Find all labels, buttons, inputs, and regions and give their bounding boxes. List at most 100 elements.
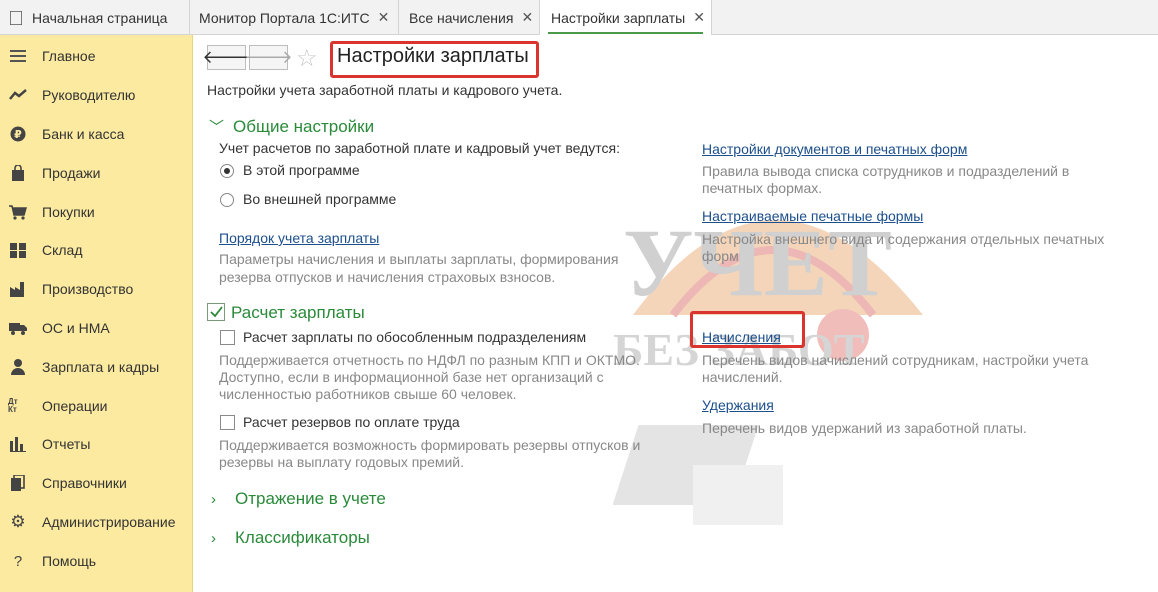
link-deductions[interactable]: Удержания [702,397,774,413]
question-icon: ? [13,552,23,570]
tab-bar: Начальная страница Монитор Портала 1С:ИТ… [0,0,1158,35]
close-icon[interactable]: ✕ [378,9,390,26]
section-title: Расчет зарплаты [231,303,365,322]
watermark-title: УЧЕТ [623,209,892,316]
checkbox-labor-reserves[interactable] [220,415,235,430]
sidebar-item-label: Главное [42,48,96,64]
section-title: Отражение в учете [235,489,386,508]
sidebar-item-label: Склад [42,242,83,258]
checkbox-labor-reserves-label[interactable]: Расчет резервов по оплате труда [243,414,460,430]
section-payroll[interactable]: Расчет зарплаты [231,303,365,323]
page-description: Настройки учета заработной платы и кадро… [207,82,563,98]
home-icon [10,10,22,25]
sidebar-item-fixed-assets[interactable]: ОС и НМА [0,313,192,343]
warehouse-icon [8,242,28,258]
link-docs-print-settings[interactable]: Настройки документов и печатных форм [702,141,967,157]
sidebar-item-label: Отчеты [42,436,91,452]
checkbox-separate-divisions-label[interactable]: Расчет зарплаты по обособленным подразде… [243,329,586,345]
checkbox-separate-divisions[interactable] [220,330,235,345]
print-desc-1: Настройка внешнего вида и содержания отд… [702,231,1105,247]
sidebar-item-label: Зарплата и кадры [42,359,160,375]
accruals-highlight [690,311,805,348]
tab-salary-settings[interactable]: Настройки зарплаты ✕ [540,0,712,35]
sidebar-item-main[interactable]: Главное [0,41,192,71]
sidebar-item-label: Помощь [42,553,97,569]
sidebar-item-label: Производство [42,281,134,297]
sidebar-item-label: Операции [42,398,108,414]
tab-home[interactable]: Начальная страница [0,0,190,35]
sidebar-item-warehouse[interactable]: Склад [0,235,192,265]
sidebar-item-operations[interactable]: Дт Кт Операции [0,391,192,421]
salary-order-desc-1: Параметры начисления и выплаты зарплаты,… [219,251,619,267]
accruals-desc-1: Перечень видов начислений сотрудникам, н… [702,352,1089,368]
radio-external-program[interactable] [220,193,234,207]
tab-label: Все начисления [409,9,514,26]
books-icon [8,475,28,491]
close-icon[interactable]: ✕ [693,9,705,26]
chevron-right-icon: › [211,529,216,547]
sidebar-item-sales[interactable]: Продажи [0,158,192,188]
tab-label: Настройки зарплаты [551,9,686,26]
ruble-icon: ₽ [8,126,28,142]
salary-order-desc-2: резерва отпусков и начисления страховых … [219,269,556,285]
section-general[interactable]: ﹀ Общие настройки [209,116,374,137]
chevron-down-icon: ﹀ [209,119,225,136]
reserves-desc-2: резервы на выплату годовых премий. [219,454,465,470]
checkmark-icon [210,306,223,318]
radio-this-program-label[interactable]: В этой программе [243,162,360,178]
tab-label: Начальная страница [32,9,168,26]
cart-icon [8,204,28,220]
sidebar-item-manager[interactable]: Руководителю [0,80,192,110]
sidebar-item-label: Администрирование [42,514,176,530]
menu-icon [8,49,28,63]
sidebar-item-reports[interactable]: Отчеты [0,429,192,459]
link-salary-order[interactable]: Порядок учета зарплаты [219,230,379,246]
close-icon[interactable]: ✕ [521,9,533,26]
gear-icon: ⚙ [10,512,26,531]
docs-desc-2: печатных формах. [702,180,823,196]
forward-button[interactable]: 🡒 [244,45,293,70]
sidebar-item-references[interactable]: Справочники [0,468,192,498]
sidebar-item-help[interactable]: ? Помощь [0,546,192,576]
bar-chart-icon [8,436,28,452]
sidebar-item-label: Покупки [42,204,95,220]
sidebar-item-bank[interactable]: ₽ Банк и касса [0,119,192,149]
sidebar-item-production[interactable]: Производство [0,274,192,304]
sidebar-item-label: Продажи [42,165,101,181]
sidebar-item-label: Руководителю [42,87,136,103]
truck-icon [8,321,28,335]
print-desc-2: форм [702,248,739,264]
separate-desc-3: численностью работников свыше 60 человек… [219,386,517,402]
sidebar-item-salary-hr[interactable]: Зарплата и кадры [0,352,192,382]
link-custom-print-forms[interactable]: Настраиваемые печатные формы [702,208,923,224]
bag-icon [8,165,28,181]
radio-external-program-label[interactable]: Во внешней программе [243,191,396,207]
sidebar-item-label: Банк и касса [42,126,125,142]
reserves-desc-1: Поддерживается возможность формировать р… [219,437,641,453]
arrow-right-icon: 🡒 [244,47,293,67]
radio-this-program[interactable] [220,164,234,178]
person-icon [8,359,28,375]
chevron-right-icon: › [211,490,216,508]
main-content: УЧЕТ БЕЗ ЗАБОТ 🡐 🡒 ☆ Настройки зарплаты … [193,35,1158,592]
svg-text:₽: ₽ [14,128,22,141]
section-classifiers[interactable]: › Классификаторы [211,528,370,548]
sidebar-item-administration[interactable]: ⚙ Администрирование [0,507,192,537]
sidebar-item-label: Справочники [42,475,127,491]
sidebar-item-purchases[interactable]: Покупки [0,197,192,227]
tab-label: Монитор Портала 1С:ИТС [199,9,370,26]
sidebar: Главное Руководителю ₽ Банк и касса Прод… [0,35,193,592]
back-button[interactable]: 🡐 [202,45,251,70]
accounting-label: Учет расчетов по заработной плате и кадр… [219,140,620,156]
section-accounting-reflection[interactable]: › Отражение в учете [211,489,386,509]
favorite-star-icon[interactable]: ☆ [296,44,318,73]
sidebar-item-label: ОС и НМА [42,320,110,336]
separate-desc-1: Поддерживается отчетность по НДФЛ по раз… [219,352,640,368]
tab-its-monitor[interactable]: Монитор Портала 1С:ИТС ✕ [190,0,399,35]
section-title: Классификаторы [235,528,370,547]
accruals-desc-2: начислений. [702,369,783,385]
section-toggle-payroll[interactable] [207,303,225,321]
docs-desc-1: Правила вывода списка сотрудников и подр… [702,163,1070,179]
title-highlight [330,41,539,78]
tab-all-accruals[interactable]: Все начисления ✕ [399,0,540,35]
